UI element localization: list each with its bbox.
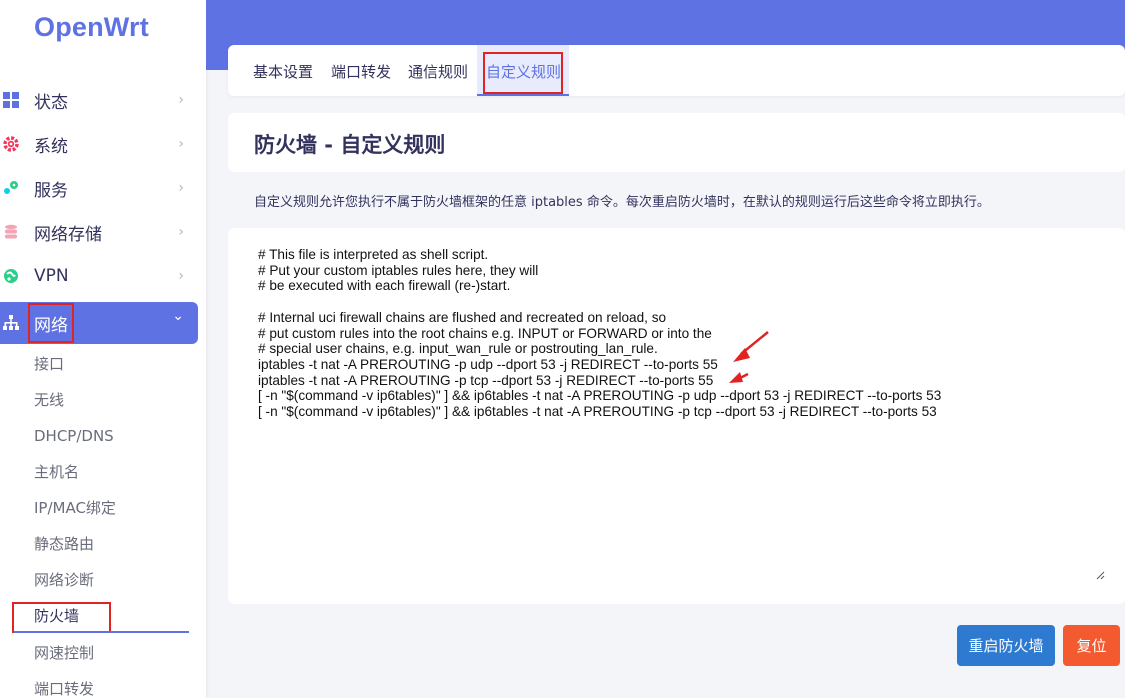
- tab-traffic-rules[interactable]: 通信规则: [408, 61, 468, 82]
- sidebar-item-label: VPN: [34, 266, 69, 286]
- openwrt-logo[interactable]: OpenWrt: [34, 12, 149, 43]
- sidebar-subitem-wireless[interactable]: 无线: [34, 388, 64, 412]
- reset-button[interactable]: 复位: [1063, 625, 1120, 666]
- sidebar-subitem-interfaces[interactable]: 接口: [34, 352, 64, 376]
- sidebar-item-system[interactable]: 系统 ›: [0, 124, 198, 164]
- restart-firewall-button[interactable]: 重启防火墙: [957, 625, 1055, 666]
- sidebar-item-label: 网络存储: [34, 224, 102, 245]
- sidebar-item-services[interactable]: 服务 ›: [0, 168, 198, 208]
- sidebar-subitem-ip-mac-binding[interactable]: IP/MAC绑定: [34, 496, 116, 520]
- sidebar-subitem-dhcp-dns[interactable]: DHCP/DNS: [34, 424, 114, 448]
- gear-icon: [3, 136, 19, 152]
- vpn-icon: [3, 268, 19, 284]
- services-icon: [3, 180, 19, 196]
- sidebar: OpenWrt 状态 › 系统 › 服务 › 网络存储 › VPN › 网络 ⌄…: [0, 0, 206, 698]
- sidebar-subitem-speed-control[interactable]: 网速控制: [34, 641, 94, 665]
- title-card: 防火墙 - 自定义规则: [228, 113, 1125, 172]
- tab-active-underline: [477, 94, 569, 96]
- resize-handle-icon[interactable]: [1095, 570, 1105, 580]
- sidebar-item-label: 状态: [34, 92, 68, 113]
- chevron-right-icon: ›: [178, 92, 184, 108]
- sidebar-subitem-static-routes[interactable]: 静态路由: [34, 532, 94, 556]
- network-icon: [3, 315, 19, 331]
- sidebar-item-label: 网络: [28, 303, 74, 343]
- firewall-active-underline: [14, 631, 189, 633]
- sidebar-item-label: 系统: [34, 136, 68, 157]
- annotation-arrow-icon: [729, 331, 769, 383]
- tab-general-settings[interactable]: 基本设置: [253, 61, 313, 82]
- editor-textarea[interactable]: # This file is interpreted as shell scri…: [258, 247, 941, 420]
- dashboard-icon: [3, 92, 19, 108]
- page-title: 防火墙 - 自定义规则: [254, 133, 446, 157]
- chevron-down-icon: ⌄: [172, 308, 184, 324]
- chevron-right-icon: ›: [178, 224, 184, 240]
- sidebar-item-status[interactable]: 状态 ›: [0, 80, 198, 120]
- sidebar-subitem-port-forward[interactable]: 端口转发: [34, 677, 94, 698]
- sidebar-subitem-hostnames[interactable]: 主机名: [34, 460, 79, 484]
- tab-port-forwards[interactable]: 端口转发: [331, 61, 391, 82]
- chevron-right-icon: ›: [178, 180, 184, 196]
- sidebar-item-label: 服务: [34, 180, 68, 201]
- sidebar-item-storage[interactable]: 网络存储 ›: [0, 212, 198, 252]
- sidebar-subitem-diagnostics[interactable]: 网络诊断: [34, 568, 94, 592]
- sidebar-item-vpn[interactable]: VPN ›: [0, 256, 198, 296]
- tab-annotation-box: [483, 52, 563, 94]
- firewall-annotation-box: [12, 602, 111, 633]
- chevron-right-icon: ›: [178, 136, 184, 152]
- page-description: 自定义规则允许您执行不属于防火墙框架的任意 iptables 命令。每次重启防火…: [254, 195, 990, 210]
- storage-icon: [3, 224, 19, 240]
- chevron-right-icon: ›: [178, 268, 184, 284]
- custom-rules-editor[interactable]: # This file is interpreted as shell scri…: [228, 228, 1125, 604]
- sidebar-item-network[interactable]: 网络 ⌄: [0, 302, 198, 344]
